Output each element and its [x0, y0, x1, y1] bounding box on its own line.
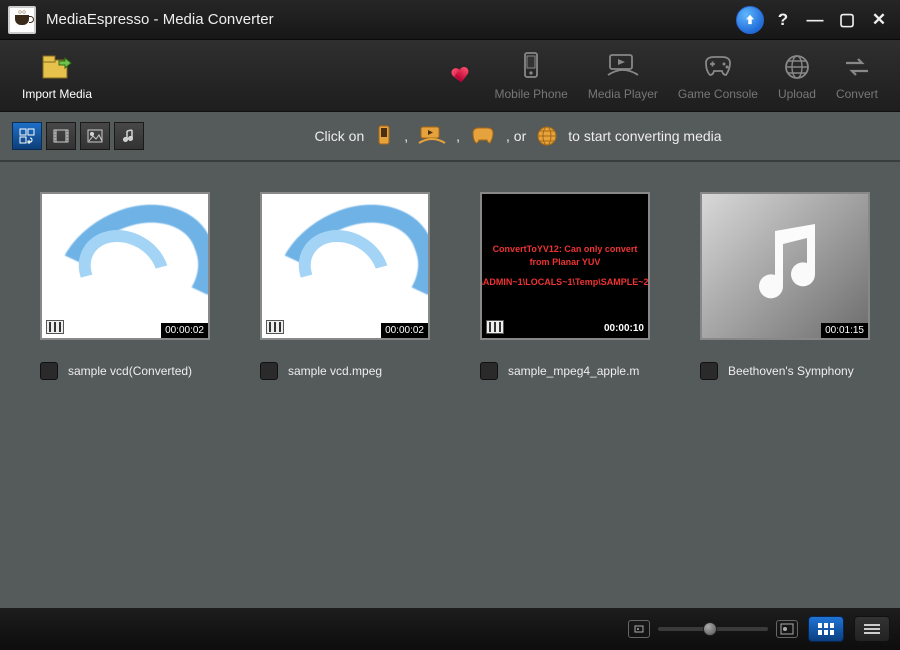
upload-button[interactable]: Upload — [768, 47, 826, 105]
game-console-icon — [702, 51, 734, 83]
thumbnail-art — [262, 194, 428, 338]
error-line: ConvertToYV12: Can only convert from Pla… — [486, 243, 644, 270]
zoom-knob[interactable] — [703, 622, 717, 636]
media-item[interactable]: 00:00:02 sample vcd.mpeg — [260, 192, 430, 380]
thumbnail-art — [42, 194, 208, 338]
filter-bar: Click on , , , or to start converting me… — [0, 112, 900, 162]
select-checkbox[interactable] — [40, 362, 58, 380]
minimize-button[interactable]: — — [802, 6, 828, 34]
hint-globe-icon — [536, 125, 558, 147]
toolbar-spacer — [102, 68, 484, 84]
favorite-icon[interactable] — [451, 66, 469, 84]
duration: 00:00:02 — [381, 323, 428, 338]
hint-pre: Click on — [314, 128, 364, 144]
console-label: Game Console — [678, 87, 758, 101]
import-icon — [41, 51, 73, 83]
video-badge-icon — [486, 320, 504, 334]
duration: 00:00:10 — [600, 319, 648, 338]
media-item[interactable]: 00:00:02 sample vcd(Converted) — [40, 192, 210, 380]
import-label: Import Media — [22, 87, 92, 101]
globe-icon — [783, 51, 811, 83]
media-player-icon — [606, 51, 640, 83]
thumbnail[interactable]: 00:01:15 — [700, 192, 870, 340]
filter-image[interactable] — [80, 122, 110, 150]
bottom-bar — [0, 608, 900, 650]
error-line: (C:\Users\ADMIN~1\LOCALS~1\Temp\SAMPLE~2… — [480, 276, 650, 290]
mobile-phone-button[interactable]: Mobile Phone — [484, 47, 577, 105]
media-player-button[interactable]: Media Player — [578, 47, 668, 105]
thumbnail[interactable]: 00:00:02 — [40, 192, 210, 340]
thumbnail[interactable]: ConvertToYV12: Can only convert from Pla… — [480, 192, 650, 340]
zoom-slider[interactable] — [658, 627, 768, 631]
titlebar: MediaEspresso - Media Converter ? — ▢ ✕ — [0, 0, 900, 40]
duration: 00:00:02 — [161, 323, 208, 338]
file-name: sample vcd(Converted) — [68, 364, 192, 378]
mobile-phone-icon — [518, 51, 544, 83]
player-label: Media Player — [588, 87, 658, 101]
upgrade-button[interactable] — [736, 6, 764, 34]
filter-audio[interactable] — [114, 122, 144, 150]
hint-console-icon — [470, 127, 496, 145]
filter-all[interactable] — [12, 122, 42, 150]
convert-button[interactable]: Convert — [826, 47, 888, 105]
thumbnail[interactable]: 00:00:02 — [260, 192, 430, 340]
media-item[interactable]: ConvertToYV12: Can only convert from Pla… — [480, 192, 650, 380]
upload-label: Upload — [778, 87, 816, 101]
app-icon — [8, 6, 36, 34]
media-item[interactable]: 00:01:15 Beethoven's Symphony — [700, 192, 870, 380]
hint-post: to start converting media — [568, 128, 721, 144]
hint-player-icon — [418, 126, 446, 146]
mobile-label: Mobile Phone — [494, 87, 567, 101]
view-grid-button[interactable] — [808, 616, 844, 642]
media-grid: 00:00:02 sample vcd(Converted) 00:00:02 … — [0, 162, 900, 608]
select-checkbox[interactable] — [700, 362, 718, 380]
hint-sep1: , — [404, 128, 408, 144]
select-checkbox[interactable] — [480, 362, 498, 380]
file-name: sample_mpeg4_apple.m — [508, 364, 639, 378]
help-button[interactable]: ? — [770, 6, 796, 34]
convert-label: Convert — [836, 87, 878, 101]
music-icon — [735, 216, 835, 316]
close-button[interactable]: ✕ — [866, 6, 892, 34]
hint-sep2: , — [456, 128, 460, 144]
window-title: MediaEspresso - Media Converter — [46, 11, 274, 28]
maximize-button[interactable]: ▢ — [834, 6, 860, 34]
hint-mobile-icon — [374, 125, 394, 147]
duration: 00:01:15 — [821, 323, 868, 338]
select-checkbox[interactable] — [260, 362, 278, 380]
file-name: sample vcd.mpeg — [288, 364, 382, 378]
zoom-control — [628, 620, 798, 638]
file-name: Beethoven's Symphony — [728, 364, 854, 378]
zoom-small-icon[interactable] — [628, 620, 650, 638]
convert-icon — [842, 51, 872, 83]
view-list-button[interactable] — [854, 616, 890, 642]
main-toolbar: Import Media Mobile Phone Media Player G… — [0, 40, 900, 112]
zoom-large-icon[interactable] — [776, 620, 798, 638]
hint-sep3: , or — [506, 128, 526, 144]
filter-video[interactable] — [46, 122, 76, 150]
hint-text: Click on , , , or to start converting me… — [148, 125, 888, 147]
video-badge-icon — [46, 320, 64, 334]
import-media-button[interactable]: Import Media — [12, 47, 102, 105]
game-console-button[interactable]: Game Console — [668, 47, 768, 105]
video-badge-icon — [266, 320, 284, 334]
